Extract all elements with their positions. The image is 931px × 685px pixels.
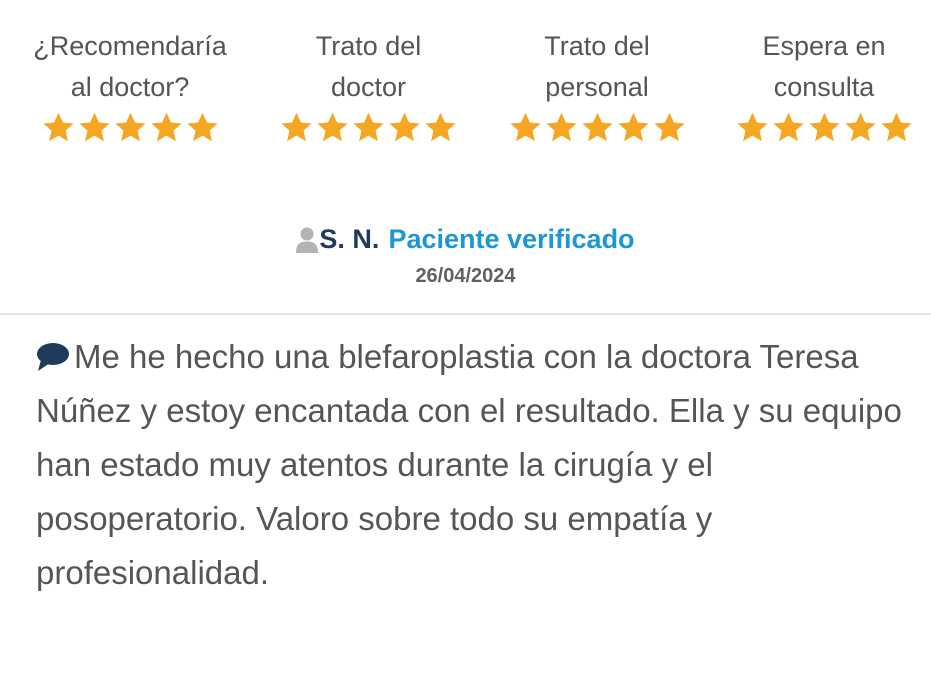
review-date: 26/04/2024	[415, 265, 516, 287]
user-icon	[296, 227, 319, 253]
star-icon	[425, 112, 456, 142]
star-icon	[389, 112, 420, 142]
rating-label-line1: ¿Recomendaría	[33, 31, 227, 61]
star-icon	[42, 112, 74, 142]
rating-label-line2: personal	[545, 72, 649, 102]
star-icon	[545, 112, 577, 142]
author-name: S. N.	[319, 224, 380, 254]
star-icon	[114, 112, 146, 142]
star-icon	[317, 112, 348, 142]
rating-label-line2: al doctor?	[70, 72, 190, 102]
ratings-row: ¿Recomendaría al doctor? Trato del docto…	[0, 26, 931, 144]
star-icon	[281, 112, 312, 142]
rating-label-line2: doctor	[330, 72, 407, 102]
review-author: S. N. Paciente verificado	[0, 224, 931, 255]
rating-doctor: Trato del doctor	[260, 26, 477, 144]
star-icon	[653, 112, 685, 142]
star-icon	[772, 112, 804, 142]
star-icon	[78, 112, 110, 142]
star-icon	[581, 112, 613, 142]
star-icon	[150, 112, 182, 142]
rating-label-line1: Trato del	[544, 31, 650, 61]
divider	[0, 313, 931, 315]
star-icon	[353, 112, 384, 142]
star-icon	[880, 112, 912, 142]
star-icon	[509, 112, 541, 142]
rating-staff: Trato del personal	[477, 26, 717, 144]
rating-label-line2: consulta	[773, 72, 875, 102]
review-text-block: Me he hecho una blefaroplastia con la do…	[36, 330, 906, 600]
star-icon	[808, 112, 840, 142]
star-rating	[280, 111, 457, 144]
star-icon	[617, 112, 649, 142]
star-icon	[844, 112, 876, 142]
star-icon	[186, 112, 218, 142]
rating-label: ¿Recomendaría al doctor?	[33, 26, 227, 108]
rating-label: Trato del personal	[544, 26, 650, 108]
rating-label-line1: Espera en	[762, 31, 886, 61]
review-text: Me he hecho una blefaroplastia con la do…	[36, 338, 902, 591]
verified-badge[interactable]: Paciente verificado	[388, 224, 634, 255]
star-rating	[509, 111, 686, 144]
rating-label-line1: Trato del	[315, 31, 422, 61]
rating-label: Espera en consulta	[762, 26, 885, 108]
star-icon	[736, 112, 768, 142]
rating-recommend: ¿Recomendaría al doctor?	[0, 26, 260, 144]
rating-label: Trato del doctor	[316, 26, 422, 108]
comment-icon	[37, 343, 69, 371]
star-rating	[42, 111, 219, 144]
rating-wait: Espera en consulta	[717, 26, 931, 144]
star-rating	[736, 111, 913, 144]
